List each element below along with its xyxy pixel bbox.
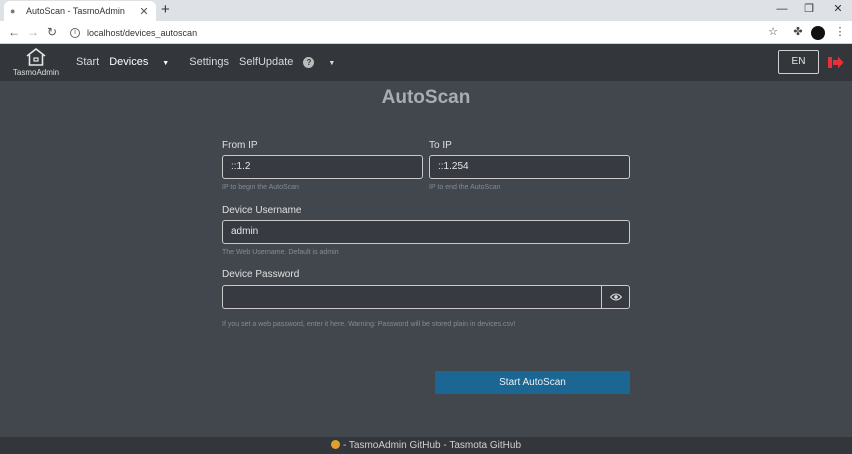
eye-icon [609, 293, 622, 301]
browser-menu-icon[interactable]: ⋮ [832, 24, 848, 40]
brand-name: TasmoAdmin [12, 68, 60, 77]
address-bar: ← → ↻ i localhost/devices_autoscan ☆ ✤ ⋮ [0, 21, 852, 44]
tab-title: AutoScan - TasmoAdmin [26, 6, 125, 16]
forward-arrow-icon[interactable]: → [25, 24, 41, 40]
reload-icon[interactable]: ↻ [44, 24, 60, 40]
extensions-puzzle-icon[interactable]: ✤ [790, 24, 806, 40]
house-icon [26, 47, 46, 66]
profile-avatar[interactable] [811, 26, 825, 40]
bulb-icon: ● [10, 6, 16, 16]
to-ip-label: To IP [429, 140, 452, 151]
browser-tabstrip: ● AutoScan - TasmoAdmin ✕ + — ❐ ✕ [0, 0, 852, 21]
to-ip-help: IP to end the AutoScan [429, 184, 501, 191]
url-text: localhost/devices_autoscan [87, 27, 198, 38]
password-input[interactable] [222, 285, 602, 309]
to-ip-input[interactable]: ::1.254 [429, 155, 630, 179]
footer-links[interactable]: - TasmoAdmin GitHub - Tasmota GitHub [343, 440, 521, 451]
password-help: If you set a web password, enter it here… [222, 321, 516, 328]
nav-devices[interactable]: Devices ▼ [109, 56, 179, 68]
nav-selfupdate[interactable]: SelfUpdate [239, 56, 293, 68]
language-button[interactable]: EN [778, 50, 819, 74]
page-title: AutoScan [381, 87, 471, 108]
window-close-button[interactable]: ✕ [823, 1, 852, 17]
logout-icon[interactable] [828, 56, 844, 74]
new-tab-button[interactable]: + [161, 2, 170, 18]
username-help: The Web Username. Default is admin [222, 249, 339, 256]
nav-help[interactable]: ? ▼ [303, 56, 345, 68]
caret-down-icon: ▼ [326, 60, 336, 67]
url-field[interactable]: i localhost/devices_autoscan [70, 24, 760, 41]
bookmark-star-icon[interactable]: ☆ [765, 24, 781, 40]
username-input[interactable]: admin [222, 220, 630, 244]
minimize-button[interactable]: — [767, 1, 797, 17]
question-icon: ? [303, 57, 315, 68]
caret-down-icon: ▼ [160, 60, 170, 67]
nav-settings[interactable]: Settings [189, 56, 229, 68]
back-arrow-icon[interactable]: ← [6, 24, 22, 40]
from-ip-help: IP to begin the AutoScan [222, 184, 299, 191]
info-icon[interactable]: i [70, 27, 80, 38]
password-label: Device Password [222, 269, 300, 280]
nav-devices-label: Devices [109, 56, 149, 68]
close-tab-icon[interactable]: ✕ [138, 5, 150, 18]
start-autoscan-button[interactable]: Start AutoScan [435, 371, 630, 394]
app-navbar: TasmoAdmin Start Devices ▼ Settings Self… [0, 44, 852, 81]
browser-tab[interactable]: ● AutoScan - TasmoAdmin ✕ [4, 1, 156, 21]
nav-start[interactable]: Start [76, 56, 99, 68]
nav-links: Start Devices ▼ Settings SelfUpdate ? ▼ [76, 56, 355, 68]
github-icon [330, 440, 340, 449]
from-ip-label: From IP [222, 140, 258, 151]
footer: - TasmoAdmin GitHub - Tasmota GitHub [0, 437, 852, 454]
from-ip-input[interactable]: ::1.2 [222, 155, 423, 179]
show-password-button[interactable] [601, 285, 630, 309]
username-label: Device Username [222, 205, 302, 216]
brand-logo[interactable]: TasmoAdmin [10, 47, 62, 77]
restore-button[interactable]: ❐ [794, 1, 824, 17]
